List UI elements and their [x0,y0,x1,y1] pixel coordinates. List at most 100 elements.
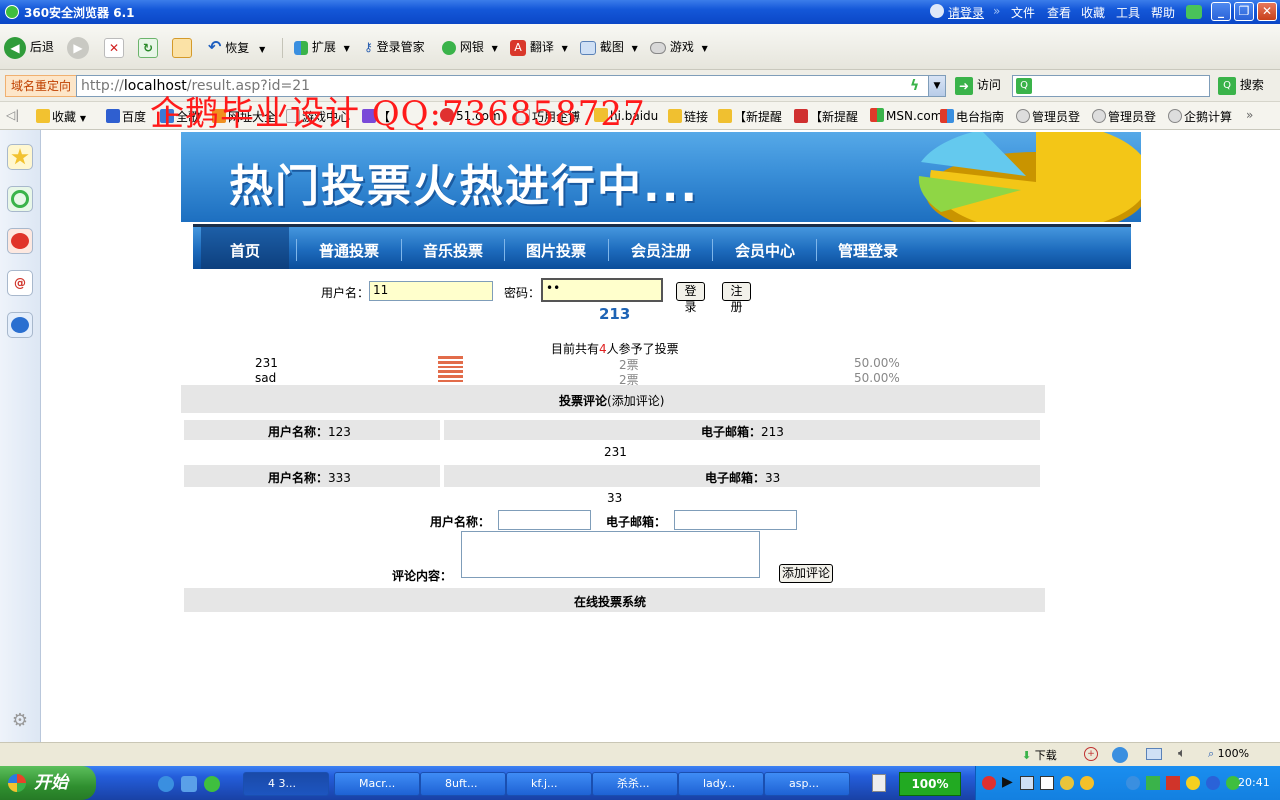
comment-content-textarea[interactable] [461,531,760,578]
fav-admin-login-1[interactable]: 管理员登 [1016,108,1080,125]
tray-plus-icon[interactable] [1186,776,1200,790]
tray-image-icon[interactable] [1040,776,1054,790]
adblock-icon[interactable]: + [1084,747,1098,761]
fav-admin-login-2[interactable]: 管理员登 [1092,108,1156,125]
app-icon[interactable] [7,312,33,338]
menu-help[interactable]: 帮助 [1151,4,1175,21]
skin-icon[interactable] [1186,5,1202,19]
nav-member-center[interactable]: 会员中心 [735,240,795,261]
favorites-star-icon[interactable] [7,144,33,170]
login-button[interactable]: 登录 [676,282,705,314]
weibo-icon[interactable] [7,228,33,254]
tray-user-icon[interactable] [1060,776,1074,790]
more-favorites-icon[interactable]: » [1246,108,1253,122]
comment-user-input[interactable] [498,510,591,530]
fav-new-reminder-1[interactable]: 【新提醒 [718,108,782,125]
nav-admin-login[interactable]: 管理登录 [838,240,898,261]
games-button[interactable]: 游戏 ▼ [650,36,708,58]
comment-email-input[interactable] [674,510,797,530]
speaker-icon[interactable]: 🔈︎ [1178,746,1186,761]
fav-baidu[interactable]: 百度 [106,108,146,125]
tray-security-icon[interactable] [1166,776,1180,790]
nav-normal-vote[interactable]: 普通投票 [319,240,379,261]
back-button[interactable]: ◀ 后退 [4,36,54,59]
tray-sync-icon[interactable] [1206,776,1220,790]
menu-file[interactable]: 文件 [1011,4,1035,21]
refresh-button[interactable]: ↻ [138,36,158,58]
url-dropdown-button[interactable]: ▼ [928,75,946,97]
tray-monitor-icon[interactable] [1020,776,1034,790]
taskbar-task-360[interactable]: 4 3... [243,772,329,796]
tray-shield-icon[interactable] [1146,776,1160,790]
tray-qq-icon[interactable] [1080,776,1094,790]
chevron-down-icon: ▼ [631,44,638,53]
add-comment-button[interactable]: 添加评论 [779,564,833,583]
minimize-button[interactable]: _ [1211,2,1231,21]
menu-tools[interactable]: 工具 [1116,4,1140,21]
translate-button[interactable]: A 翻译 ▼ [510,36,568,58]
tray-network-icon[interactable] [1126,776,1140,790]
lightning-icon[interactable]: ϟ [910,78,919,94]
taskbar-task-macromedia[interactable]: Macr... [334,772,420,796]
close-button[interactable]: ✕ [1257,2,1277,21]
zoom-badge[interactable]: 100% [899,772,961,796]
watermark-text: 企鹅毕业设计 QQ:736858727 [150,94,646,134]
taskbar-task-lady[interactable]: lady... [678,772,764,796]
zoom-control[interactable]: ⌕ 100% [1208,747,1249,761]
taskbar-task-8uft[interactable]: 8uft... [420,772,506,796]
nav-member-register[interactable]: 会员注册 [631,240,691,261]
mail-icon[interactable]: @ [7,270,33,296]
nav-picture-vote[interactable]: 图片投票 [526,240,586,261]
settings-gear-icon[interactable]: ⚙ [10,710,30,731]
username-input[interactable]: 11 [369,281,493,301]
quicklaunch-ie-icon[interactable] [158,776,174,792]
fav-links[interactable]: 链接 [668,108,708,125]
fav-penguin-calc[interactable]: 企鹅计算 [1168,108,1232,125]
search-button[interactable]: Q 搜索 [1218,76,1264,95]
home-button[interactable] [172,36,192,58]
taskbar-task-antivirus[interactable]: 杀杀... [592,772,678,796]
restore-button[interactable]: ↶ 恢复 ▼ [208,36,265,58]
register-button[interactable]: 注册 [722,282,751,314]
screenshot-button[interactable]: 截图 ▼ [580,36,638,58]
comments-header: 投票评论(添加评论) [559,392,664,409]
fav-new-reminder-2[interactable]: 【新提醒 [794,108,858,125]
ie-icon[interactable] [1112,747,1128,763]
window-icon[interactable] [1146,748,1162,760]
search-engine-icon[interactable]: Q [1016,78,1032,94]
menu-view[interactable]: 查看 [1047,4,1071,21]
forward-button[interactable]: ▶ [67,36,89,59]
extend-button[interactable]: 扩展 ▼ [294,36,350,58]
taskbar-task-asp[interactable]: asp... [764,772,850,796]
download-button[interactable]: ⬇ 下载 [1022,747,1057,763]
collapse-sidebar-icon[interactable]: ◁| [6,108,19,122]
tray-app-icon[interactable] [982,776,996,790]
email-label: 电子邮箱： [701,425,762,439]
stop-button[interactable]: ✕ [104,36,124,58]
login-link[interactable]: 请登录 [948,4,984,21]
menu-favorites[interactable]: 收藏 [1081,4,1105,21]
fav-radio-guide[interactable]: 电台指南 [940,108,1004,125]
quicklaunch-browser-icon[interactable] [181,776,197,792]
nav-home[interactable]: 首页 [230,240,260,261]
history-clock-icon[interactable] [7,186,33,212]
visit-button[interactable]: ➜ 访问 [955,76,1001,95]
add-comment-link[interactable]: (添加评论) [607,394,664,408]
nav-music-vote[interactable]: 音乐投票 [423,240,483,261]
taskbar-task-kf[interactable]: kf.j... [506,772,592,796]
start-button[interactable]: 开始 [0,766,96,800]
nav-divider [608,239,609,261]
login-manager-button[interactable]: ⚷ 登录管家 [364,36,425,58]
maximize-button[interactable]: ❐ [1234,2,1254,21]
translate-icon: A [510,39,526,56]
password-input[interactable]: •• [541,278,663,302]
quicklaunch-360-icon[interactable] [204,776,220,792]
comment-user: 用户名称：333 [268,469,351,486]
fav-favorites[interactable]: 收藏 ▼ [36,108,86,125]
fav-msn[interactable]: MSN.com [870,108,942,123]
go-arrow-icon: ➜ [955,76,973,95]
keyboard-icon[interactable] [872,774,886,792]
bank-button[interactable]: 网银 ▼ [442,36,498,58]
search-input[interactable]: Q [1012,75,1210,97]
tray-play-icon[interactable]: ▶ [1002,774,1013,790]
